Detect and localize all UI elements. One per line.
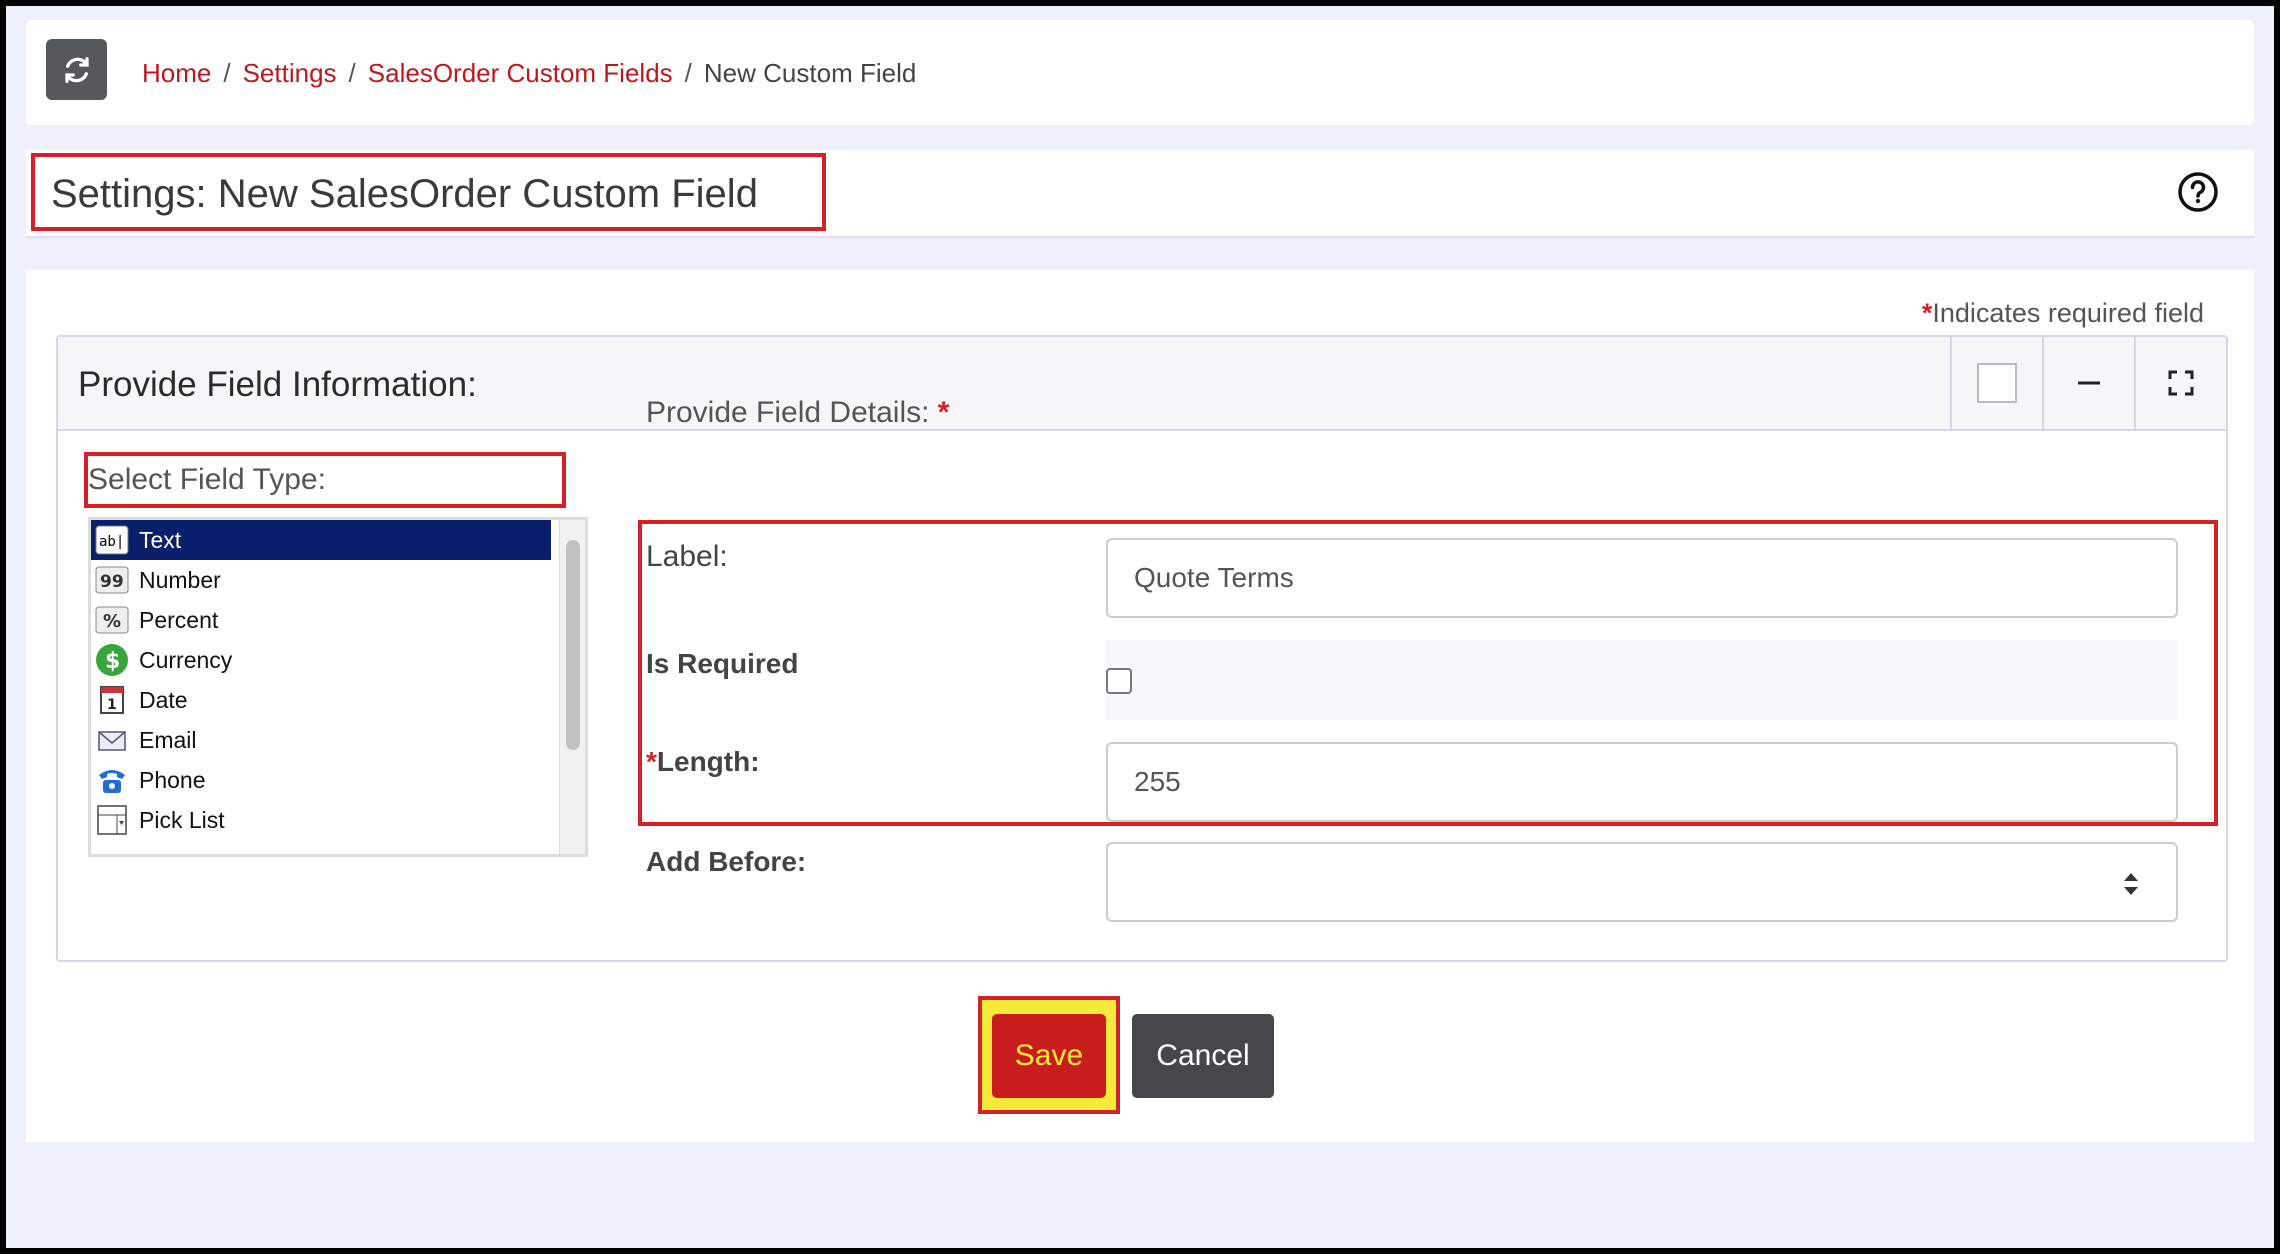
length-label: *Length: [646, 746, 760, 778]
breadcrumb-separator: / [223, 58, 231, 88]
field-details-text: Provide Field Details: [646, 396, 930, 429]
breadcrumb-separator: / [348, 58, 356, 88]
panel-title: Provide Field Information: [78, 365, 477, 404]
breadcrumb-home[interactable]: Home [142, 58, 211, 89]
list-item-pick-list[interactable]: Pick List [91, 800, 585, 840]
list-item-email[interactable]: Email [91, 720, 585, 760]
save-button[interactable]: Save [992, 1014, 1106, 1098]
svg-text:%: % [103, 611, 121, 632]
list-item-label: Pick List [139, 806, 225, 833]
panel-tools [1950, 337, 2226, 429]
add-before-label: Add Before: [646, 846, 807, 877]
is-required-row [1106, 640, 2178, 720]
list-item-label: Phone [139, 766, 206, 793]
required-star: * [937, 396, 950, 429]
form-card: *Indicates required field Provide Field … [26, 270, 2254, 1142]
list-item-label: Currency [139, 646, 233, 673]
phone-icon [95, 763, 129, 797]
list-item-phone[interactable]: Phone [91, 760, 585, 800]
svg-text:1: 1 [107, 697, 117, 713]
label-input[interactable] [1106, 538, 2178, 618]
svg-text:$: $ [105, 649, 120, 674]
list-scrollbar[interactable] [559, 520, 585, 854]
is-required-checkbox[interactable] [1106, 668, 1132, 694]
list-item-label: Email [139, 726, 197, 753]
selected-type-highlight-box [84, 452, 566, 508]
list-item-label: Text [139, 526, 182, 553]
minus-icon [2078, 381, 2100, 385]
field-type-list[interactable]: ab| Text 99 Number % Percent $ Currency … [88, 517, 588, 857]
number-icon: 99 [95, 563, 129, 597]
square-icon [1977, 363, 2017, 403]
refresh-icon [64, 56, 89, 83]
email-icon [95, 723, 129, 757]
list-item-number[interactable]: 99 Number [91, 560, 585, 600]
expand-icon [2168, 370, 2194, 396]
required-star: * [1921, 298, 1933, 328]
collapse-button[interactable] [2042, 337, 2134, 429]
svg-text:ab|: ab| [99, 534, 124, 550]
page-header: Settings: New SalesOrder Custom Field [26, 150, 2254, 238]
breadcrumb-settings[interactable]: Settings [243, 58, 337, 89]
panel-header: Provide Field Information: [58, 337, 2226, 431]
breadcrumb-current: New Custom Field [703, 58, 917, 88]
refresh-button[interactable] [46, 39, 107, 100]
length-input[interactable] [1106, 742, 2178, 822]
required-star: * [646, 746, 657, 777]
svg-text:99: 99 [100, 572, 124, 592]
label-field-label: Label: [646, 540, 728, 573]
cancel-button[interactable]: Cancel [1132, 1014, 1274, 1098]
panel-checkbox-tool[interactable] [1950, 337, 2042, 429]
list-item-label: Date [139, 686, 188, 713]
add-before-select[interactable] [1106, 842, 2178, 922]
percent-icon: % [95, 603, 129, 637]
fullscreen-button[interactable] [2134, 337, 2226, 429]
list-item-date[interactable]: 1 Date [91, 680, 585, 720]
breadcrumb-custom-fields[interactable]: SalesOrder Custom Fields [368, 58, 673, 89]
list-item-text[interactable]: ab| Text [91, 520, 551, 560]
length-label-text: Length: [656, 746, 760, 777]
breadcrumb: Home / Settings / SalesOrder Custom Fiel… [142, 58, 916, 89]
help-icon[interactable] [2176, 170, 2220, 214]
select-arrows-icon [2124, 873, 2138, 895]
breadcrumb-separator: / [684, 58, 692, 88]
list-item-label: Percent [139, 606, 219, 633]
required-field-note: *Indicates required field [1922, 298, 2204, 329]
is-required-label: Is Required [646, 648, 799, 679]
picklist-icon [95, 803, 129, 837]
required-note-text: Indicates required field [1932, 298, 2204, 328]
field-details-label: Provide Field Details: * [646, 396, 949, 430]
list-item-percent[interactable]: % Percent [91, 600, 585, 640]
currency-icon: $ [95, 643, 129, 677]
text-field-icon: ab| [95, 523, 129, 557]
list-scrollbar-thumb[interactable] [566, 540, 580, 750]
list-item-label: Number [139, 566, 221, 593]
calendar-icon: 1 [95, 683, 129, 717]
list-item-currency[interactable]: $ Currency [91, 640, 585, 680]
page-title: Settings: New SalesOrder Custom Field [51, 172, 758, 216]
